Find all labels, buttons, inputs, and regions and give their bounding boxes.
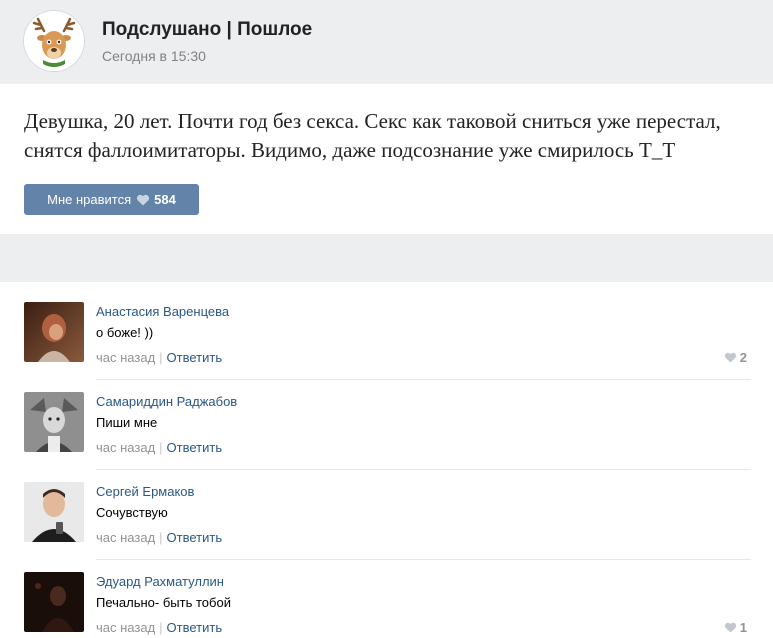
comment-meta: час назад | Ответить	[96, 350, 222, 365]
meta-separator: |	[159, 620, 163, 635]
comment-text: о боже! ))	[96, 325, 154, 340]
comment-time[interactable]: час назад	[96, 440, 155, 455]
comment-avatar[interactable]	[24, 392, 84, 452]
heart-icon	[724, 622, 737, 633]
comment-avatar[interactable]	[24, 482, 84, 542]
comment-item: Анастасия Варенцева о боже! )) час назад…	[0, 302, 773, 392]
heart-icon	[724, 352, 737, 363]
comment-item: Сергей Ермаков Сочувствую час назад | Отве…	[0, 482, 773, 572]
like-button-label: Мне нравится	[47, 192, 132, 207]
comment-text: Пиши мне	[96, 415, 158, 430]
like-button[interactable]: Мне нравится 584	[24, 184, 199, 215]
comment-like-count: 1	[739, 620, 747, 635]
comment-like-button[interactable]: 2	[724, 350, 747, 365]
reply-link[interactable]: Ответить	[167, 620, 223, 635]
post-text: Девушка, 20 лет. Почти год без секса. Се…	[24, 109, 721, 162]
like-count: 584	[154, 192, 176, 207]
comment-author[interactable]: Анастасия Варенцева	[96, 304, 229, 319]
meta-separator: |	[159, 350, 163, 365]
reindeer-icon	[24, 11, 84, 71]
comment-like-count: 2	[739, 350, 747, 365]
comment-author[interactable]: Сергей Ермаков	[96, 484, 194, 499]
comment-time[interactable]: час назад	[96, 620, 155, 635]
comment-divider	[96, 559, 751, 560]
comment-divider	[96, 469, 751, 470]
comment-meta: час назад | Ответить	[96, 530, 222, 545]
comment-text: Сочувствую	[96, 505, 168, 520]
post-time[interactable]: Сегодня в 15:30	[102, 48, 206, 64]
comment-text: Печально- быть тобой	[96, 595, 231, 610]
comment-author[interactable]: Самариддин Раджабов	[96, 394, 237, 409]
reply-link[interactable]: Ответить	[167, 350, 223, 365]
comment-meta: час назад | Ответить	[96, 440, 222, 455]
comment-meta: час назад | Ответить	[96, 620, 222, 635]
comment-time[interactable]: час назад	[96, 350, 155, 365]
post-header: Подслушано | Пошлое Сегодня в 15:30	[0, 0, 773, 84]
reply-link[interactable]: Ответить	[167, 440, 223, 455]
comment-item: Эдуард Рахматуллин Печально- быть тобой …	[0, 572, 773, 638]
meta-separator: |	[159, 440, 163, 455]
group-name[interactable]: Подслушано | Пошлое	[102, 19, 312, 41]
comment-avatar[interactable]	[24, 302, 84, 362]
group-avatar[interactable]	[24, 11, 84, 71]
section-divider	[0, 234, 773, 282]
heart-icon	[136, 194, 150, 206]
comment-avatar[interactable]	[24, 572, 84, 632]
comment-author[interactable]: Эдуард Рахматуллин	[96, 574, 224, 589]
comment-like-button[interactable]: 1	[724, 620, 747, 635]
meta-separator: |	[159, 530, 163, 545]
comment-item: Самариддин Раджабов Пиши мне час назад | О…	[0, 392, 773, 482]
comment-divider	[96, 379, 751, 380]
comment-time[interactable]: час назад	[96, 530, 155, 545]
reply-link[interactable]: Ответить	[167, 530, 223, 545]
